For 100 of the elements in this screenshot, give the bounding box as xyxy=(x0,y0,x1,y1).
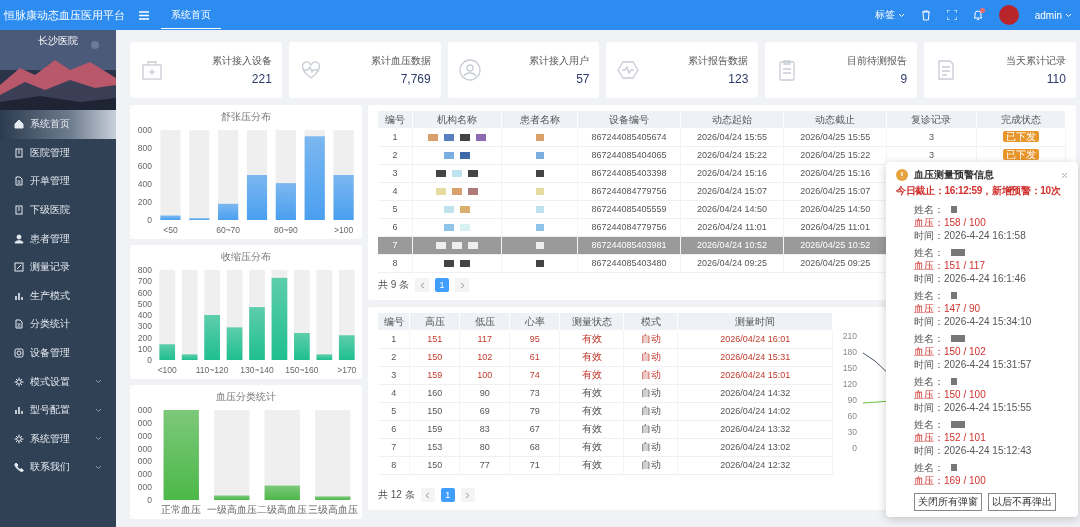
column-header: 测量状态 xyxy=(559,313,624,330)
table-cell: 71 xyxy=(509,456,560,474)
redacted-mark xyxy=(951,464,957,471)
sidebar-item[interactable]: 下级医院 xyxy=(0,195,116,225)
sidebar-item[interactable]: 系统首页 xyxy=(0,110,116,139)
trash-icon[interactable] xyxy=(920,9,931,21)
table-cell: 73 xyxy=(509,384,560,402)
blood-pressure-text: 血压：150 / 100 xyxy=(914,388,987,401)
table-cell: 2026/04/24 14:02 xyxy=(677,402,833,420)
sidebar-item[interactable]: 型号配置 xyxy=(0,395,116,425)
table-cell: 8 xyxy=(378,254,413,272)
redacted-mark xyxy=(452,170,463,178)
table-cell: 150 xyxy=(409,348,460,366)
stat-label: 累计报告数据 xyxy=(688,54,749,68)
column-header: 测量时间 xyxy=(677,313,833,330)
axis-label: 000 xyxy=(137,405,152,415)
popup-button[interactable]: 关闭所有弹窗 xyxy=(914,493,982,511)
column-header: 低压 xyxy=(459,313,510,330)
axis-label: 一级高血压 xyxy=(206,504,257,515)
bell-icon[interactable] xyxy=(972,9,983,21)
table-cell: 2026/04/24 13:02 xyxy=(677,438,833,456)
blood-pressure-text: 血压：147 / 90 xyxy=(914,302,982,315)
table-cell: 867244085403981 xyxy=(577,236,681,254)
table-cell: 79 xyxy=(509,402,560,420)
axis-label: 400 xyxy=(137,179,152,189)
sidebar-item[interactable]: 生产模式 xyxy=(0,281,116,311)
axis-label: 80~90 xyxy=(273,225,298,235)
redacted-mark xyxy=(535,224,544,232)
popup-title: 血压测量预警信息 xyxy=(914,168,994,182)
axis-label: 90 xyxy=(847,395,857,405)
chevron-icon xyxy=(95,436,102,442)
menu-icon[interactable] xyxy=(139,10,149,20)
table-cell: 2 xyxy=(378,146,413,164)
edit-icon xyxy=(14,262,24,273)
table-row[interactable]: 1 867244085405674 2026/04/24 15:55 2026/04/25 15:55 3 已下发 xyxy=(378,128,1066,146)
table-cell: 1 xyxy=(378,330,410,348)
table-cell: 2026/04/24 15:22 xyxy=(680,146,784,164)
axis-label: 800 xyxy=(137,143,152,153)
document-icon xyxy=(14,319,24,330)
next-page-button[interactable] xyxy=(455,278,470,292)
axis-label: 000 xyxy=(137,456,152,467)
axis-label: 正常血压 xyxy=(161,504,202,515)
table-cell: 2026/04/24 15:55 xyxy=(680,128,784,146)
redacted-mark xyxy=(444,133,455,141)
redacted-mark xyxy=(444,260,455,268)
axis-label: 000 xyxy=(137,125,152,135)
redacted-mark xyxy=(452,242,463,250)
sidebar-item[interactable]: 模式设置 xyxy=(0,367,116,396)
table-cell: 2026/04/24 09:25 xyxy=(680,254,784,272)
popup-button[interactable]: 以后不再弹出 xyxy=(988,493,1056,511)
next-page-button[interactable] xyxy=(460,488,475,502)
sidebar-item[interactable]: 系统管理 xyxy=(0,424,116,454)
redacted-mark xyxy=(468,170,479,178)
redacted-mark xyxy=(468,188,479,196)
redacted-mark xyxy=(535,152,544,160)
axis-label: 30 xyxy=(847,427,857,437)
chevron-icon xyxy=(95,379,102,385)
building-icon xyxy=(14,205,24,216)
time-text: 时间：2026-4-24 15:34:10 xyxy=(914,315,1033,328)
table-cell: 159 xyxy=(409,366,460,384)
table-cell: 有效 xyxy=(559,456,624,474)
redacted-mark xyxy=(951,292,957,299)
close-icon[interactable] xyxy=(1061,171,1068,179)
app-title: 恒脉康动态血压医用平台 xyxy=(3,8,125,22)
redacted-mark xyxy=(436,188,447,196)
column-header: 心率 xyxy=(509,313,560,330)
previous-page-button[interactable] xyxy=(420,488,435,502)
sidebar-item[interactable]: 分类统计 xyxy=(0,310,116,339)
table-cell: 自动 xyxy=(623,330,678,348)
table-cell: 7 xyxy=(378,438,410,456)
column-header: 编号 xyxy=(378,111,413,128)
table-cell: 有效 xyxy=(559,438,624,456)
stat-value: 7,769 xyxy=(400,72,431,86)
sidebar-item[interactable]: 设备管理 xyxy=(0,338,116,368)
sidebar-item[interactable]: 开单管理 xyxy=(0,167,116,196)
home-icon xyxy=(14,119,24,130)
table-cell: 有效 xyxy=(559,348,624,366)
sidebar-item[interactable]: 患者管理 xyxy=(0,224,116,253)
name-label: 姓名： xyxy=(914,332,944,345)
stat-value: 221 xyxy=(251,72,272,86)
table-cell: 67 xyxy=(509,420,560,438)
previous-page-button[interactable] xyxy=(415,278,430,292)
sidebar-item[interactable]: 测量记录 xyxy=(0,252,116,282)
blood-pressure-text: 血压：151 / 117 xyxy=(914,259,986,272)
table-cell: 6 xyxy=(378,218,413,236)
name-label: 姓名： xyxy=(914,418,944,431)
column-header: 编号 xyxy=(378,313,410,330)
caret-icon xyxy=(1065,12,1072,18)
stat-value: 57 xyxy=(576,72,590,86)
redacted-mark xyxy=(535,242,544,250)
axis-label: 600 xyxy=(137,161,152,171)
redacted-mark xyxy=(452,188,463,196)
axis-label: 三级高血压 xyxy=(307,504,358,515)
bar-chart-icon xyxy=(14,405,24,416)
sidebar-item[interactable]: 医院管理 xyxy=(0,138,116,168)
sidebar-item[interactable]: 联系我们 xyxy=(0,453,116,482)
user-icon xyxy=(14,233,24,244)
axis-label: 000 xyxy=(137,482,152,493)
fullscreen-icon[interactable] xyxy=(946,10,957,20)
table-cell: 95 xyxy=(509,330,560,348)
